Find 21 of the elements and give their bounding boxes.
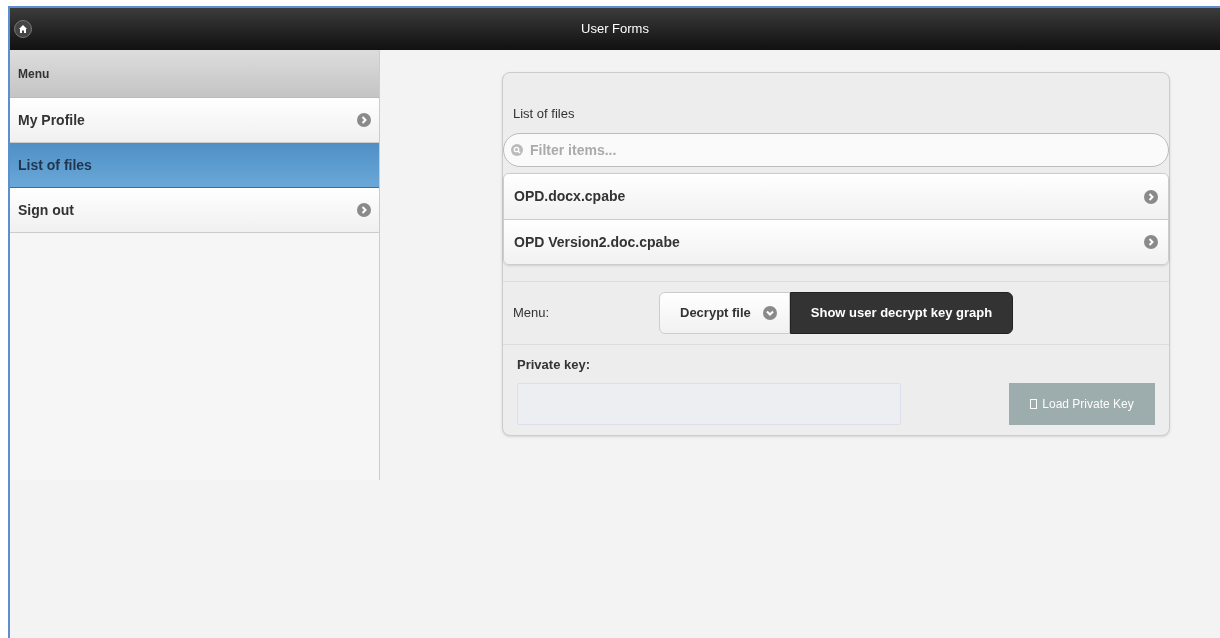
chevron-right-icon	[1144, 189, 1158, 204]
menu-label: Menu:	[513, 304, 551, 323]
sidebar-item[interactable]: Sign out	[10, 188, 379, 233]
chevron-right-icon	[357, 113, 371, 127]
file-list-item[interactable]: OPD Version2.doc.cpabe	[504, 219, 1168, 264]
sidebar-item[interactable]: List of files	[10, 143, 379, 188]
home-icon[interactable]	[14, 20, 32, 38]
filter-field[interactable]: Filter items...	[503, 133, 1169, 167]
chevron-down-icon	[762, 306, 777, 320]
file-icon	[1030, 398, 1038, 409]
menu-option-button[interactable]: Show user decrypt key graph	[789, 292, 1014, 334]
sidebar-heading: Menu	[10, 50, 379, 98]
chevron-right-icon	[357, 203, 371, 217]
header-title: User Forms	[580, 20, 650, 39]
sidebar-item[interactable]: My Profile	[10, 98, 379, 143]
file-list-item[interactable]: OPD.docx.cpabe	[504, 174, 1168, 219]
search-icon	[511, 144, 523, 156]
menu-option-button[interactable]: Decrypt file	[659, 292, 790, 334]
panel-title: List of files	[513, 106, 575, 121]
chevron-right-icon	[1144, 235, 1158, 249]
private-key-label: Private key:	[517, 356, 591, 374]
